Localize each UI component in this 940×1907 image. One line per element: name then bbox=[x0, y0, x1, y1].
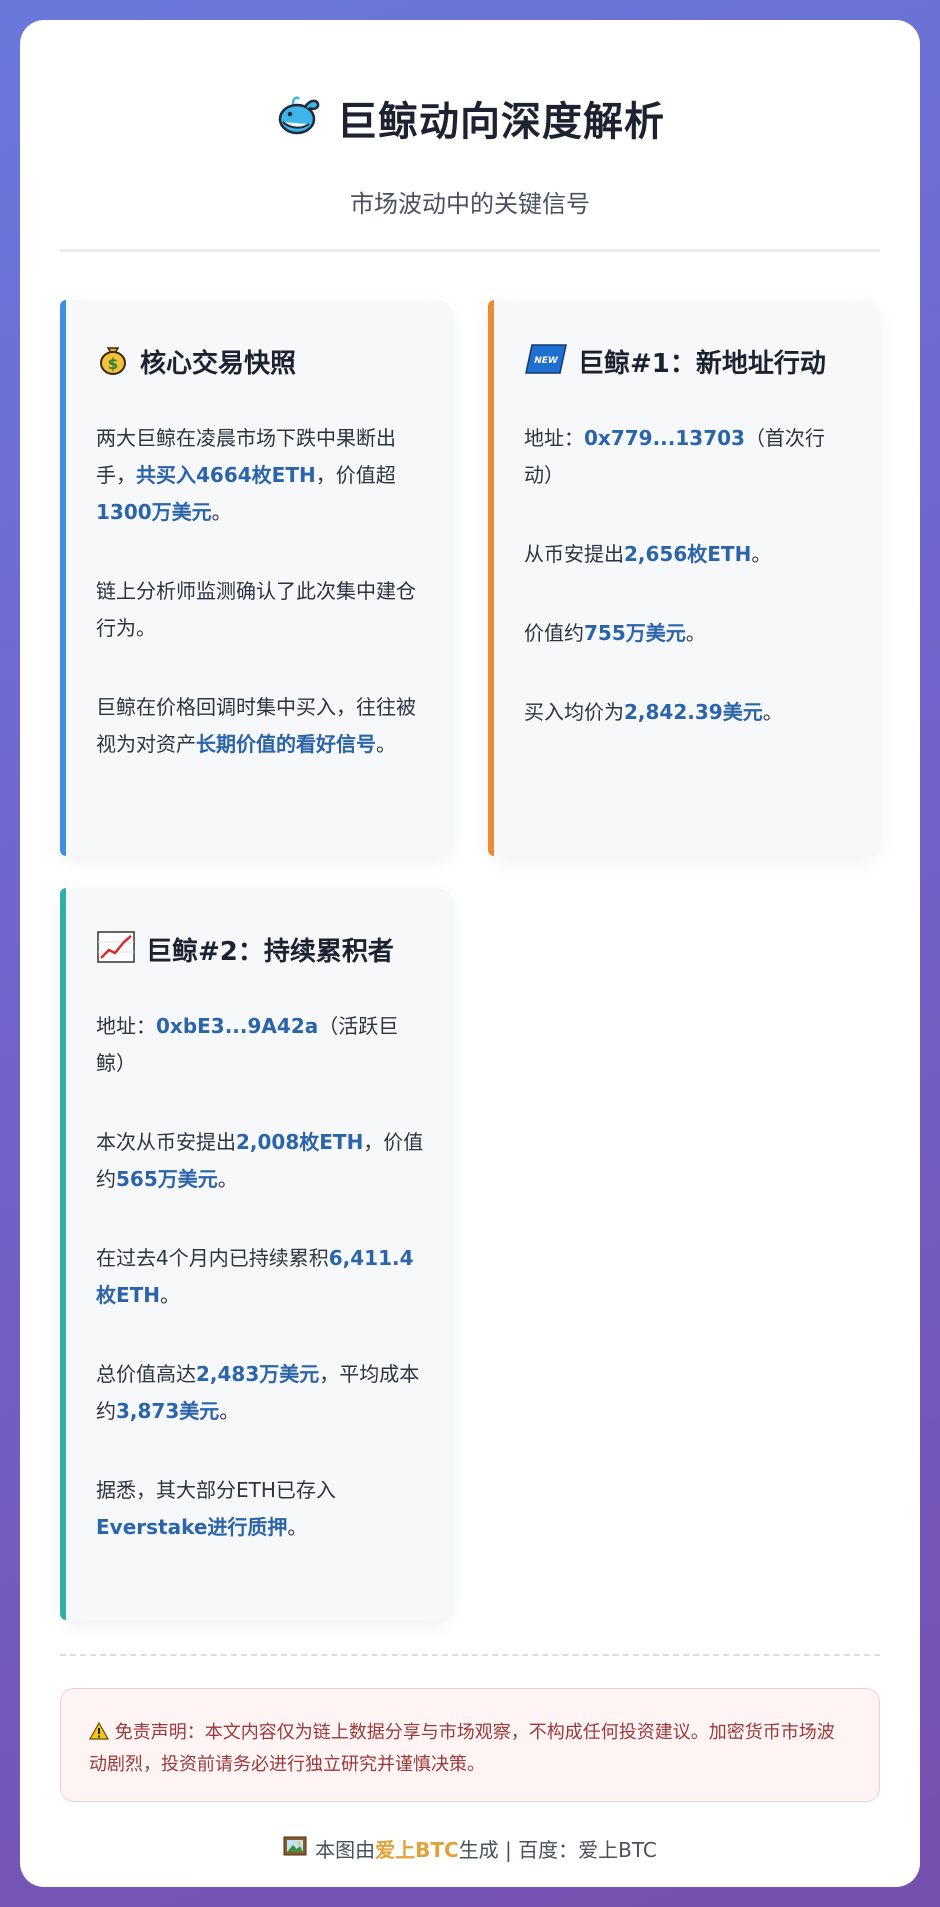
warning-icon bbox=[88, 1717, 110, 1749]
footer-prefix: 本图由 bbox=[315, 1838, 376, 1862]
paragraph-text: 价值约 bbox=[524, 621, 584, 645]
panel-whale-2: 巨鲸#2：持续累积者 地址：0xbE3...9A42a（活跃巨鲸） 本次从币安提出… bbox=[60, 888, 453, 1620]
footer-brand: 爱上BTC bbox=[375, 1838, 459, 1862]
money-bag-icon: $ bbox=[96, 342, 130, 381]
highlight-text: 565万美元 bbox=[116, 1167, 218, 1191]
panel-paragraph: 两大巨鲸在凌晨市场下跌中果断出手，共买入4664枚ETH，价值超1300万美元。 bbox=[96, 420, 426, 531]
footer: 本图由爱上BTC生成 | 百度：爱上BTC bbox=[20, 1834, 920, 1863]
page-subtitle: 市场波动中的关键信号 bbox=[350, 190, 590, 218]
paragraph-text: 链上分析师监测确认了此次集中建仓行为。 bbox=[96, 579, 416, 640]
highlight-text: 3,873美元 bbox=[116, 1399, 220, 1423]
panel-paragraph: 据悉，其大部分ETH已存入 Everstake进行质押。 bbox=[96, 1472, 426, 1546]
panel-paragraph: 地址：0xbE3...9A42a（活跃巨鲸） bbox=[96, 1008, 426, 1082]
svg-text:$: $ bbox=[108, 355, 118, 373]
highlight-text: 0x779...13703 bbox=[584, 426, 745, 450]
header-divider bbox=[60, 249, 880, 252]
paragraph-text: ，价值超 bbox=[315, 463, 396, 487]
panel-title: 核心交易快照 bbox=[140, 349, 297, 379]
panel-paragraph: 在过去4个月内已持续累积6,411.4枚ETH。 bbox=[96, 1240, 426, 1314]
paragraph-text: 。 bbox=[376, 732, 396, 756]
paragraph-text: 本次从币安提出 bbox=[96, 1130, 236, 1154]
highlight-text: 755万美元 bbox=[584, 621, 686, 645]
highlight-text: 2,483万美元 bbox=[196, 1362, 320, 1386]
svg-text:NEW: NEW bbox=[534, 356, 559, 366]
paragraph-text: 。 bbox=[685, 621, 706, 645]
highlight-text: 共买入4664枚ETH bbox=[136, 463, 316, 487]
panel-whale-1: NEW 巨鲸#1：新地址行动 地址：0x779...13703（首次行动） 从币安… bbox=[488, 300, 880, 856]
paragraph-text: 据悉，其大部分ETH已存入 bbox=[96, 1478, 336, 1502]
paragraph-text: 。 bbox=[160, 1283, 181, 1307]
panel-paragraph: 总价值高达2,483万美元，平均成本约3,873美元。 bbox=[96, 1356, 426, 1430]
main-card: 巨鲸动向深度解析 市场波动中的关键信号 $ 核心交易快照 两大巨鲸在凌晨市场下跌… bbox=[20, 20, 920, 1887]
paragraph-text: 。 bbox=[751, 542, 772, 566]
footer-suffix: 生成 | 百度：爱上BTC bbox=[458, 1838, 657, 1862]
highlight-text: 2,656枚ETH bbox=[624, 542, 752, 566]
disclaimer-box: 免责声明：本文内容仅为链上数据分享与市场观察，不构成任何投资建议。加密货币市场波… bbox=[60, 1688, 880, 1802]
paragraph-text: 。 bbox=[211, 500, 232, 524]
panel-title: 巨鲸#2：持续累积者 bbox=[146, 937, 394, 967]
paragraph-text: 买入均价为 bbox=[524, 700, 624, 724]
highlight-text: 1300万美元 bbox=[96, 500, 212, 524]
paragraph-text: 总价值高达 bbox=[96, 1362, 196, 1386]
highlight-text: 2,008枚ETH bbox=[236, 1130, 364, 1154]
paragraph-text: 从币安提出 bbox=[524, 542, 624, 566]
paragraph-text: 。 bbox=[217, 1167, 238, 1191]
paragraph-text: 。 bbox=[287, 1515, 308, 1539]
panel-paragraph: 买入均价为2,842.39美元。 bbox=[524, 694, 854, 731]
paragraph-text: 在过去4个月内已持续累积 bbox=[96, 1246, 329, 1270]
panel-core-snapshot: $ 核心交易快照 两大巨鲸在凌晨市场下跌中果断出手，共买入4664枚ETH，价值… bbox=[60, 300, 453, 856]
panel-header: 巨鲸#2：持续累积者 bbox=[96, 930, 394, 969]
highlight-text: Everstake进行质押 bbox=[96, 1515, 288, 1539]
picture-icon bbox=[283, 1836, 307, 1861]
panel-body: 地址：0xbE3...9A42a（活跃巨鲸） 本次从币安提出2,008枚ETH，价… bbox=[96, 1008, 426, 1588]
panel-paragraph: 价值约755万美元。 bbox=[524, 615, 854, 652]
panel-body: 两大巨鲸在凌晨市场下跌中果断出手，共买入4664枚ETH，价值超1300万美元。… bbox=[96, 420, 426, 805]
panel-paragraph: 巨鲸在价格回调时集中买入，往往被视为对资产长期价值的看好信号。 bbox=[96, 689, 426, 763]
highlight-text: 长期价值的看好信号 bbox=[196, 732, 376, 756]
whale-icon bbox=[275, 92, 323, 145]
new-badge-icon: NEW bbox=[524, 342, 568, 381]
panel-title: 巨鲸#1：新地址行动 bbox=[578, 349, 826, 379]
panel-header: $ 核心交易快照 bbox=[96, 342, 296, 381]
paragraph-text: 地址： bbox=[524, 426, 584, 450]
paragraph-text: 。 bbox=[219, 1399, 240, 1423]
title-row: 巨鲸动向深度解析 bbox=[20, 88, 920, 148]
highlight-text: 2,842.39美元 bbox=[624, 700, 763, 724]
highlight-text: 0xbE3...9A42a bbox=[156, 1014, 319, 1038]
page-title: 巨鲸动向深度解析 bbox=[337, 99, 665, 145]
footer-divider bbox=[60, 1654, 880, 1656]
panel-body: 地址：0x779...13703（首次行动） 从币安提出2,656枚ETH。 价值约… bbox=[524, 420, 854, 773]
disclaimer-text: 免责声明：本文内容仅为链上数据分享与市场观察，不构成任何投资建议。加密货币市场波… bbox=[89, 1722, 835, 1775]
paragraph-text: 地址： bbox=[96, 1014, 156, 1038]
panel-paragraph: 本次从币安提出2,008枚ETH，价值约565万美元。 bbox=[96, 1124, 426, 1198]
panel-paragraph: 从币安提出2,656枚ETH。 bbox=[524, 536, 854, 573]
panel-paragraph: 地址：0x779...13703（首次行动） bbox=[524, 420, 854, 494]
paragraph-text: 。 bbox=[762, 700, 783, 724]
panel-paragraph: 链上分析师监测确认了此次集中建仓行为。 bbox=[96, 573, 426, 647]
panel-header: NEW 巨鲸#1：新地址行动 bbox=[524, 342, 826, 381]
chart-increasing-icon bbox=[96, 930, 136, 969]
